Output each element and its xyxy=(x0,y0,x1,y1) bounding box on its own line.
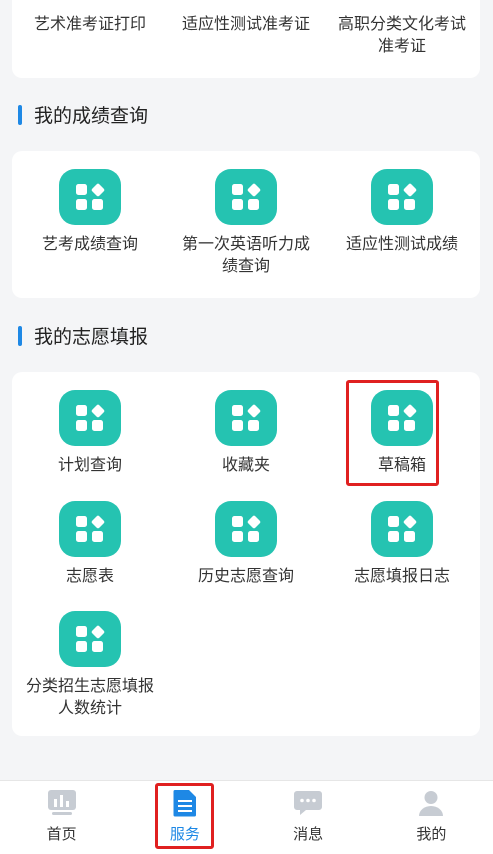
section-title-scores: 我的成绩查询 xyxy=(18,101,148,128)
bottom-tab-bar: 首页 服务 消息 我的 xyxy=(0,780,493,854)
tile-volunteer-form[interactable]: 志愿表 xyxy=(12,501,168,611)
app-grid-icon xyxy=(59,169,121,225)
app-grid-icon xyxy=(215,169,277,225)
tile-drafts[interactable]: 草稿箱 xyxy=(324,390,480,501)
tab-label: 首页 xyxy=(46,825,77,843)
tile-filling-log[interactable]: 志愿填报日志 xyxy=(324,501,480,611)
app-grid-icon xyxy=(59,611,121,667)
app-grid-icon xyxy=(371,390,433,446)
tile-label: 艺术准考证打印 xyxy=(33,14,146,33)
exam-card-panel: 艺术准考证打印 适应性测试准考证 高职分类文化考试准考证 xyxy=(12,0,480,78)
section-title-text: 我的成绩查询 xyxy=(34,105,149,127)
tile-vocational-exam-ticket[interactable]: 高职分类文化考试准考证 xyxy=(324,13,480,57)
tile-plan-query[interactable]: 计划查询 xyxy=(12,390,168,501)
tile-adaptive-test-ticket[interactable]: 适应性测试准考证 xyxy=(168,13,324,57)
tile-label: 分类招生志愿填报人数统计 xyxy=(26,676,155,717)
chart-icon xyxy=(47,790,76,815)
tile-label: 艺考成绩查询 xyxy=(41,234,138,253)
app-grid-icon xyxy=(215,501,277,557)
tile-label: 高职分类文化考试准考证 xyxy=(338,14,467,55)
section-title-text: 我的志愿填报 xyxy=(34,326,149,348)
tab-label: 服务 xyxy=(169,825,200,843)
tile-label: 志愿表 xyxy=(65,566,114,585)
tab-messages[interactable]: 消息 xyxy=(247,781,370,854)
section-title-volunteer: 我的志愿填报 xyxy=(18,322,148,349)
app-grid-icon xyxy=(371,501,433,557)
tile-applicant-statistics[interactable]: 分类招生志愿填报人数统计 xyxy=(12,611,168,719)
chat-icon xyxy=(294,791,323,815)
tab-home[interactable]: 首页 xyxy=(0,781,123,854)
tile-favorites[interactable]: 收藏夹 xyxy=(168,390,324,501)
tile-label: 志愿填报日志 xyxy=(353,566,450,585)
tab-label: 消息 xyxy=(293,825,324,843)
tab-mine[interactable]: 我的 xyxy=(370,781,493,854)
app-grid-icon xyxy=(371,169,433,225)
tile-label: 适应性测试成绩 xyxy=(345,234,458,253)
tab-service[interactable]: 服务 xyxy=(123,781,246,854)
document-icon xyxy=(173,790,196,817)
app-grid-icon xyxy=(215,390,277,446)
tile-english-listening-score[interactable]: 第一次英语听力成绩查询 xyxy=(168,169,324,277)
app-grid-icon xyxy=(59,390,121,446)
app-grid-icon xyxy=(59,501,121,557)
tile-label: 适应性测试准考证 xyxy=(182,14,311,33)
scores-card: 艺考成绩查询 第一次英语听力成绩查询 适应性测试成绩 xyxy=(12,151,480,298)
tile-history-query[interactable]: 历史志愿查询 xyxy=(168,501,324,611)
volunteer-card: 计划查询 收藏夹 草稿箱 志愿表 历史志愿查询 志愿填报日志 分类招生志愿填报人… xyxy=(12,372,480,736)
tile-label: 收藏夹 xyxy=(221,455,270,474)
section-accent-bar xyxy=(18,104,22,125)
user-icon xyxy=(419,791,444,816)
tile-label: 草稿箱 xyxy=(377,455,426,474)
tile-art-admission-ticket[interactable]: 艺术准考证打印 xyxy=(12,13,168,57)
tile-art-exam-score[interactable]: 艺考成绩查询 xyxy=(12,169,168,277)
tile-label: 第一次英语听力成绩查询 xyxy=(182,234,311,275)
tile-label: 历史志愿查询 xyxy=(197,566,294,585)
section-accent-bar xyxy=(18,325,22,346)
tile-adaptive-test-score[interactable]: 适应性测试成绩 xyxy=(324,169,480,277)
tab-label: 我的 xyxy=(416,825,447,843)
tile-label: 计划查询 xyxy=(57,455,122,474)
